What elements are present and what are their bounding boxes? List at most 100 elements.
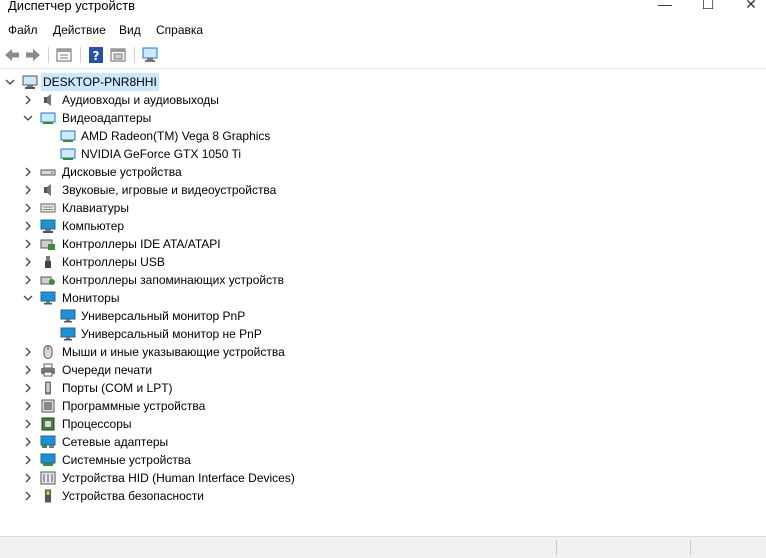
chevron-right-icon[interactable] xyxy=(22,379,34,397)
tree-category[interactable]: Сетевые адаптеры xyxy=(22,433,422,451)
tree-category[interactable]: Контроллеры USB xyxy=(22,253,422,271)
title-bar: Диспетчер устройств — ☐ ✕ xyxy=(0,0,766,16)
tree-device[interactable]: AMD Radeon(TM) Vega 8 Graphics xyxy=(60,127,460,145)
tree-category[interactable]: Контроллеры запоминающих устройств xyxy=(22,271,422,289)
display-adapter-icon xyxy=(40,112,56,124)
chevron-right-icon[interactable] xyxy=(22,451,34,469)
monitor-icon xyxy=(40,291,56,305)
storage-controller-icon xyxy=(40,276,55,285)
tree-category[interactable]: Мониторы xyxy=(22,289,422,307)
chevron-right-icon[interactable] xyxy=(22,343,34,361)
monitor-icon xyxy=(60,309,76,323)
chevron-right-icon[interactable] xyxy=(22,487,34,505)
menu-bar: Файл Действие Вид Справка xyxy=(0,20,766,42)
tree-device-label: AMD Radeon(TM) Vega 8 Graphics xyxy=(81,129,271,143)
speaker-icon xyxy=(44,184,51,196)
tree-category[interactable]: Процессоры xyxy=(22,415,422,433)
chevron-right-icon[interactable] xyxy=(22,469,34,487)
tree-device[interactable]: Универсальный монитор не PnP xyxy=(60,325,460,343)
system-device-icon xyxy=(40,453,56,466)
chevron-down-icon[interactable] xyxy=(22,289,34,307)
port-icon xyxy=(45,381,51,395)
chevron-right-icon[interactable] xyxy=(22,397,34,415)
tree-root[interactable]: DESKTOP-PNR8HHI xyxy=(4,73,204,91)
forward-arrow-icon[interactable] xyxy=(24,46,42,64)
disk-drive-icon xyxy=(40,169,56,176)
mouse-icon xyxy=(43,345,53,359)
status-divider xyxy=(556,540,557,555)
scan-hardware-icon[interactable] xyxy=(141,46,159,64)
tree-category[interactable]: Контроллеры IDE ATA/ATAPI xyxy=(22,235,422,253)
status-divider xyxy=(690,540,691,555)
tree-device-label: Универсальный монитор не PnP xyxy=(81,327,262,341)
tree-category[interactable]: Программные устройства xyxy=(22,397,422,415)
chevron-right-icon[interactable] xyxy=(22,163,34,181)
tree-device-label: Универсальный монитор PnP xyxy=(81,309,246,323)
toolbar-separator xyxy=(134,47,135,63)
tree-category[interactable]: Очереди печати xyxy=(22,361,422,379)
tree-category[interactable]: Дисковые устройства xyxy=(22,163,422,181)
chevron-right-icon[interactable] xyxy=(22,91,34,109)
tree-category[interactable]: Мыши и иные указывающие устройства xyxy=(22,343,422,361)
properties-icon[interactable] xyxy=(55,46,73,64)
chevron-right-icon[interactable] xyxy=(22,199,34,217)
tree-category-label: Системные устройства xyxy=(62,453,191,467)
close-button[interactable]: ✕ xyxy=(731,0,766,16)
tree-category-label: Устройства HID (Human Interface Devices) xyxy=(62,471,295,485)
tree-category-label: Компьютер xyxy=(62,219,125,233)
tree-category[interactable]: Устройства HID (Human Interface Devices) xyxy=(22,469,422,487)
status-bar xyxy=(0,536,766,558)
menu-file[interactable]: Файл xyxy=(8,23,38,37)
monitor-icon xyxy=(60,327,76,341)
tree-category[interactable]: Клавиатуры xyxy=(22,199,422,217)
chevron-right-icon[interactable] xyxy=(22,235,34,253)
software-device-icon xyxy=(41,399,55,413)
menu-action[interactable]: Действие xyxy=(53,23,106,37)
tree-category-label: Устройства безопасности xyxy=(62,489,204,503)
chevron-down-icon[interactable] xyxy=(22,109,34,127)
tree-category-label: Сетевые адаптеры xyxy=(62,435,169,449)
tree-category-label: Звуковые, игровые и видеоустройства xyxy=(62,183,277,197)
tree-device[interactable]: Универсальный монитор PnP xyxy=(60,307,460,325)
computer-icon xyxy=(40,219,56,233)
menu-help[interactable]: Справка xyxy=(156,23,203,37)
toolbar-separator xyxy=(48,47,49,63)
help-icon[interactable]: ? xyxy=(87,46,105,64)
tree-category-label: Мониторы xyxy=(62,291,120,305)
tree-category-label: Видеоадаптеры xyxy=(62,111,152,125)
chevron-right-icon[interactable] xyxy=(22,217,34,235)
tree-category[interactable]: Порты (COM и LPT) xyxy=(22,379,422,397)
tree-category[interactable]: Видеоадаптеры xyxy=(22,109,422,127)
chevron-right-icon[interactable] xyxy=(22,271,34,289)
tree-category-label: Аудиовходы и аудиовыходы xyxy=(62,93,219,107)
chevron-right-icon[interactable] xyxy=(22,361,34,379)
minimize-button[interactable]: — xyxy=(645,0,685,16)
tree-category-label: Очереди печати xyxy=(62,363,153,377)
tree-category-label: Порты (COM и LPT) xyxy=(62,381,173,395)
tree-category[interactable]: Устройства безопасности xyxy=(22,487,422,505)
security-device-icon xyxy=(45,489,51,503)
tree-category[interactable]: Аудиовходы и аудиовыходы xyxy=(22,91,422,109)
update-driver-icon[interactable] xyxy=(109,46,127,64)
tree-category-label: Дисковые устройства xyxy=(62,165,182,179)
tree-category[interactable]: Компьютер xyxy=(22,217,422,235)
back-arrow-icon[interactable] xyxy=(3,46,21,64)
display-adapter-icon xyxy=(60,130,76,142)
tree-category[interactable]: Звуковые, игровые и видеоустройства xyxy=(22,181,422,199)
chevron-right-icon[interactable] xyxy=(22,433,34,451)
chevron-down-icon[interactable] xyxy=(4,73,16,91)
chevron-right-icon[interactable] xyxy=(22,415,34,433)
tree-category-label: Контроллеры USB xyxy=(62,255,165,269)
chevron-right-icon[interactable] xyxy=(22,253,34,271)
tree-device[interactable]: NVIDIA GeForce GTX 1050 Ti xyxy=(60,145,460,163)
hid-icon xyxy=(40,471,56,485)
tree-category-label: Мыши и иные указывающие устройства xyxy=(62,345,285,359)
tree-category[interactable]: Системные устройства xyxy=(22,451,422,469)
chevron-right-icon[interactable] xyxy=(22,181,34,199)
computer-tree-icon xyxy=(22,75,38,89)
maximize-button[interactable]: ☐ xyxy=(688,0,728,16)
device-tree: DESKTOP-PNR8HHI Аудиовходы и аудиовыходы… xyxy=(0,70,766,536)
processor-icon xyxy=(41,417,55,431)
printer-icon xyxy=(41,363,55,377)
menu-view[interactable]: Вид xyxy=(119,23,141,37)
